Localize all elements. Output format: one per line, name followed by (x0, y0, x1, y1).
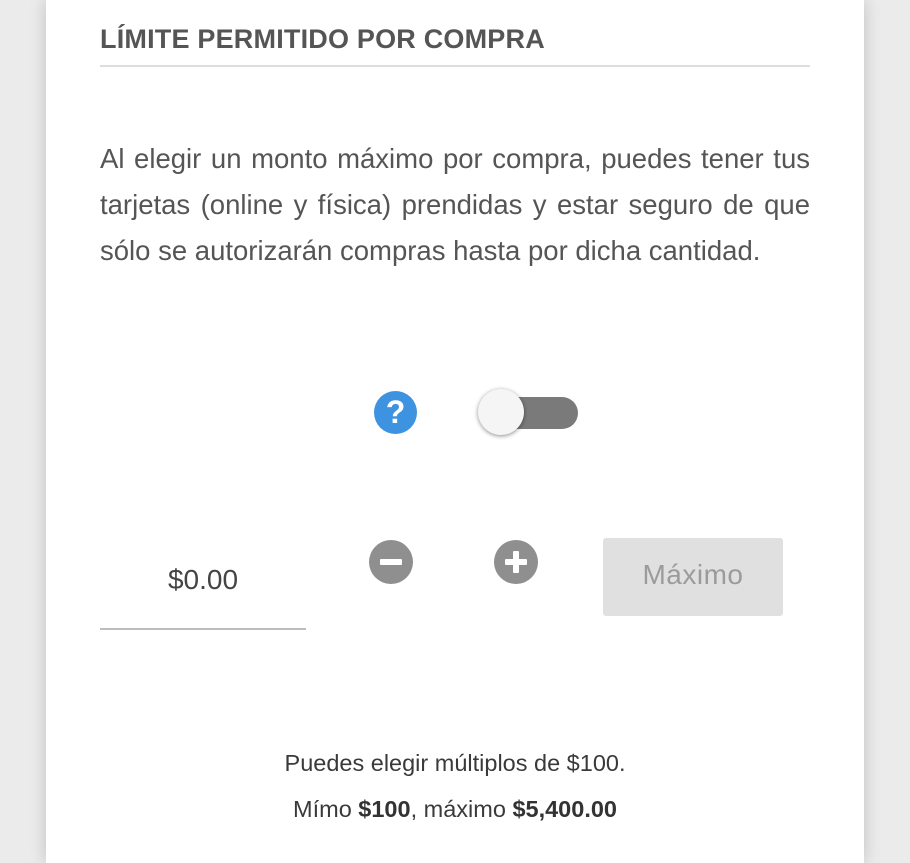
section-description: Al elegir un monto máximo por compra, pu… (100, 143, 810, 266)
decrement-button[interactable] (369, 540, 413, 584)
range-hint-max: $5,400.00 (512, 796, 617, 822)
toggle-thumb (478, 389, 524, 435)
minus-icon (380, 559, 402, 565)
amount-value: $0.00 (167, 564, 239, 595)
plus-icon (505, 551, 527, 573)
range-hint: Mímo $100, máximo $5,400.00 (46, 796, 864, 823)
range-hint-prefix: Mímo (293, 796, 359, 822)
increment-button[interactable] (494, 540, 538, 584)
section-title: LÍMITE PERMITIDO POR COMPRA (100, 24, 545, 54)
range-hint-min: $100 (358, 796, 411, 822)
purchase-limit-card: LÍMITE PERMITIDO POR COMPRA Al elegir un… (46, 0, 864, 863)
multiples-hint: Puedes elegir múltiplos de $100. (284, 750, 626, 776)
question-mark-icon[interactable]: ? (374, 391, 417, 434)
max-button[interactable]: Máximo (603, 538, 783, 616)
amount-input[interactable]: $0.00 (100, 550, 306, 630)
limit-toggle[interactable] (478, 389, 580, 437)
range-hint-middle: , máximo (410, 796, 513, 822)
help-icon-glyph: ? (385, 394, 406, 430)
title-divider (100, 65, 810, 67)
